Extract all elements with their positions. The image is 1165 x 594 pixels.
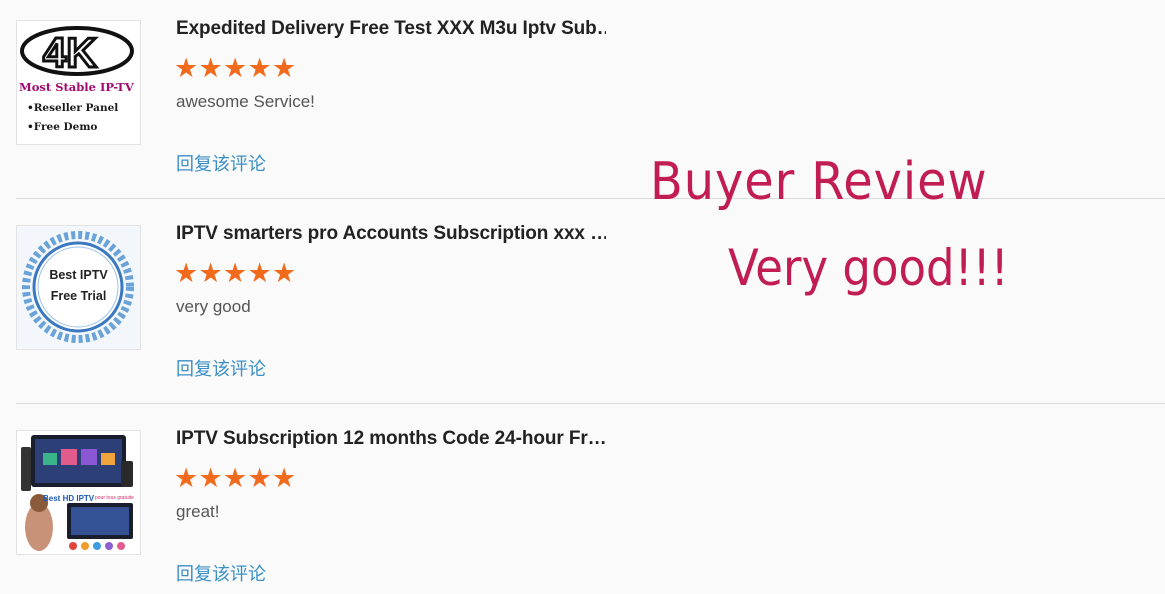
star-icon: ★ bbox=[174, 258, 198, 288]
star-icon: ★ bbox=[272, 258, 296, 288]
star-icon: ★ bbox=[247, 258, 272, 288]
thumbnail-line: pour tous gratuite bbox=[95, 495, 134, 501]
overlay-heading: Buyer Review bbox=[650, 152, 988, 212]
star-rating: ★★★★★ bbox=[174, 463, 297, 493]
star-icon: ★ bbox=[247, 53, 272, 83]
star-rating: ★★★★★ bbox=[174, 53, 297, 83]
thumbnail-line: Free Trial bbox=[50, 289, 107, 303]
product-title[interactable]: IPTV smarters pro Accounts Subscription … bbox=[176, 223, 606, 245]
thumbnail-line: Best IPTV bbox=[49, 268, 108, 282]
star-icon: ★ bbox=[174, 463, 198, 493]
thumbnail-line: •Free Demo bbox=[27, 121, 98, 133]
review-comment: awesome Service! bbox=[176, 92, 315, 111]
star-icon: ★ bbox=[223, 258, 247, 288]
star-icon: ★ bbox=[198, 258, 223, 288]
star-icon: ★ bbox=[272, 463, 296, 493]
reply-link[interactable]: 回复该评论 bbox=[176, 355, 266, 381]
review-item: 4K Most Stable IP-TV •Reseller Panel •Fr… bbox=[16, 0, 1165, 205]
star-rating: ★★★★★ bbox=[174, 258, 297, 288]
divider bbox=[16, 198, 1165, 199]
logo-4k-text: 4K bbox=[43, 29, 97, 76]
tv-devices-graphic bbox=[17, 431, 140, 554]
star-icon: ★ bbox=[198, 463, 223, 493]
star-icon: ★ bbox=[223, 463, 247, 493]
product-title[interactable]: IPTV Subscription 12 months Code 24-hour… bbox=[176, 428, 606, 450]
product-thumbnail[interactable]: Best IPTV Free Trial bbox=[16, 225, 141, 350]
review-item: Best HD IPTV pour tous gratuite IPTV Sub… bbox=[16, 410, 1165, 594]
star-icon: ★ bbox=[247, 463, 272, 493]
star-icon: ★ bbox=[174, 53, 198, 83]
product-thumbnail[interactable]: 4K Most Stable IP-TV •Reseller Panel •Fr… bbox=[16, 20, 141, 145]
iptv-globe-graphic bbox=[17, 226, 140, 349]
star-icon: ★ bbox=[198, 53, 223, 83]
star-icon: ★ bbox=[223, 53, 247, 83]
review-list-page: 4K Most Stable IP-TV •Reseller Panel •Fr… bbox=[0, 0, 1165, 594]
product-thumbnail[interactable]: Best HD IPTV pour tous gratuite bbox=[16, 430, 141, 555]
review-item: Best IPTV Free Trial IPTV smarters pro A… bbox=[16, 205, 1165, 410]
divider bbox=[16, 403, 1165, 404]
thumbnail-line: •Reseller Panel bbox=[27, 102, 119, 114]
star-icon: ★ bbox=[272, 53, 296, 83]
thumbnail-line: Best HD IPTV bbox=[43, 494, 95, 503]
overlay-subheading: Very good!!! bbox=[728, 239, 1009, 297]
reply-link[interactable]: 回复该评论 bbox=[176, 560, 266, 586]
review-comment: great! bbox=[176, 502, 220, 521]
thumbnail-line: Most Stable IP-TV bbox=[19, 80, 134, 94]
review-comment: very good bbox=[176, 297, 251, 316]
product-title[interactable]: Expedited Delivery Free Test XXX M3u Ipt… bbox=[176, 18, 606, 40]
reply-link[interactable]: 回复该评论 bbox=[176, 150, 266, 176]
